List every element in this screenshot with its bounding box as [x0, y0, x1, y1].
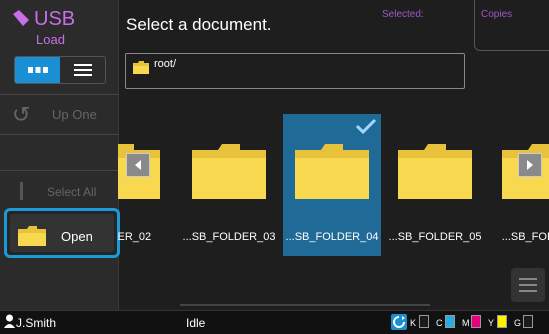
- folder-item[interactable]: OLDER_02: [118, 114, 172, 256]
- select-all-label: Select All: [47, 185, 97, 199]
- chevron-right-icon: [527, 160, 533, 170]
- folder-strip: OLDER_02 ...SB_FOLDER_03 ...SB_FOLDER_04: [118, 104, 549, 258]
- network-icon[interactable]: [391, 314, 407, 330]
- open-folder-icon: [18, 226, 46, 246]
- usb-icon: [13, 10, 29, 26]
- ink-label: Y: [488, 318, 495, 328]
- status-bar: J.Smith Idle K C M Y G: [0, 310, 549, 334]
- horizontal-scrollbar[interactable]: [180, 304, 430, 306]
- sidebar-divider: [0, 94, 118, 95]
- up-one-button[interactable]: ↺ Up One: [0, 96, 118, 134]
- app-subtitle: Load: [36, 32, 65, 47]
- sidebar-divider: [0, 134, 118, 135]
- ink-label: C: [436, 318, 443, 328]
- folder-item[interactable]: ...SB_FOLDER: [490, 114, 549, 256]
- folder-name: OLDER_02: [118, 231, 152, 243]
- folder-name: ...SB_FOLDER_05: [388, 231, 482, 243]
- thumbnail-view-button[interactable]: [15, 57, 60, 83]
- menu-icon: [519, 278, 537, 292]
- ink-swatch: [497, 315, 507, 328]
- user-name[interactable]: J.Smith: [16, 316, 56, 330]
- machine-status: Idle: [186, 316, 206, 330]
- folder-icon: [295, 144, 369, 199]
- user-icon: [4, 314, 15, 328]
- open-button[interactable]: Open: [4, 208, 120, 258]
- path-text: root/: [154, 58, 177, 70]
- copies-label: Copies: [481, 9, 513, 20]
- scroll-right-button[interactable]: [518, 153, 542, 177]
- folder-name: ...SB_FOLDER_03: [182, 231, 276, 243]
- folder-item[interactable]: ...SB_FOLDER_03: [180, 114, 278, 256]
- folder-icon: [133, 61, 149, 74]
- screen: USB Load ↺ Up One Select All Open Select…: [0, 0, 549, 310]
- folder-name: ...SB_FOLDER: [501, 231, 549, 243]
- page-title: Select a document.: [126, 15, 272, 34]
- scroll-left-button[interactable]: [126, 153, 150, 177]
- list-view-icon: [73, 64, 92, 76]
- select-all-icon: [20, 182, 23, 200]
- chevron-left-icon: [135, 160, 141, 170]
- ink-swatch: [471, 315, 481, 328]
- folder-icon: [192, 144, 266, 199]
- sidebar: USB Load ↺ Up One Select All Open: [0, 0, 120, 310]
- path-field: root/: [125, 53, 465, 89]
- ink-swatch: [419, 315, 429, 328]
- usb-header: USB Load: [10, 6, 110, 47]
- open-label: Open: [61, 229, 93, 244]
- checkmark-icon: [355, 118, 377, 134]
- view-toggle: [14, 56, 106, 84]
- up-one-label: Up One: [52, 107, 97, 122]
- menu-button[interactable]: [511, 268, 545, 302]
- ink-swatch: [523, 315, 533, 328]
- ink-label: M: [462, 318, 470, 328]
- ink-label: K: [410, 318, 417, 328]
- folder-name: ...SB_FOLDER_04: [285, 231, 379, 243]
- refresh-icon: [393, 316, 405, 328]
- selected-count-label: Selected:: [382, 9, 424, 20]
- app-title: USB: [34, 8, 76, 30]
- folder-item-selected[interactable]: ...SB_FOLDER_04: [283, 114, 381, 256]
- copies-field[interactable]: Copies: [474, 0, 549, 51]
- select-all-button[interactable]: Select All: [0, 170, 118, 206]
- list-view-button[interactable]: [60, 57, 105, 83]
- folder-item[interactable]: ...SB_FOLDER_05: [386, 114, 484, 256]
- folder-icon: [398, 144, 472, 199]
- thumbnail-view-icon: [27, 67, 48, 73]
- up-arrow-icon: ↺: [12, 102, 31, 127]
- ink-swatch: [445, 315, 455, 328]
- ink-label: G: [514, 318, 522, 328]
